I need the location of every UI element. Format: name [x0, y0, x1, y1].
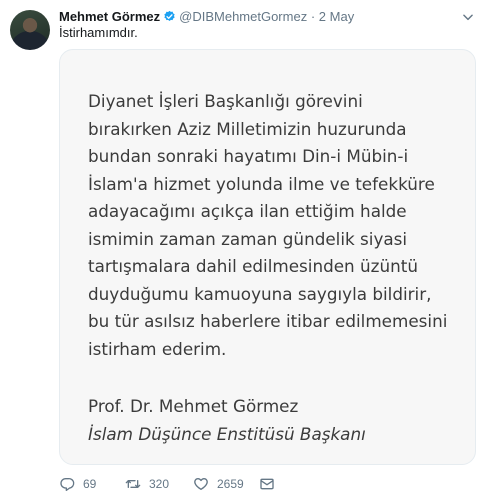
statement-line: tartışmalara dahil edilmesinden üzüntü	[88, 256, 418, 276]
signature: Prof. Dr. Mehmet Görmez İslam Düşünce En…	[88, 393, 366, 448]
verified-badge-icon	[164, 10, 175, 21]
statement-line: duyduğumu kamuoyuna saygıyla bildirir,	[88, 283, 432, 304]
separator-dot: ·	[310, 9, 316, 24]
statement-line: ismimin zaman zaman gündelik siyasi	[88, 228, 408, 249]
tweet-date[interactable]: 2 May	[319, 9, 354, 24]
tweet-text: İstirhamımdır.	[59, 25, 138, 40]
avatar[interactable]	[10, 10, 50, 50]
like-count: 2659	[217, 477, 244, 491]
reply-count: 69	[83, 477, 97, 491]
direct-message-icon	[260, 478, 274, 490]
like-button[interactable]: 2659	[193, 476, 244, 492]
retweet-count: 320	[149, 477, 170, 491]
retweet-icon	[125, 480, 141, 488]
statement-line: bundan sonraki hayatımı Din-i Mübin-i	[88, 146, 409, 166]
retweet-button[interactable]: 320	[125, 476, 169, 492]
statement-text: Diyanet İşleri Başkanlığı görevini bırak…	[88, 88, 468, 363]
author-name[interactable]: Mehmet Görmez	[59, 9, 160, 24]
heart-icon	[194, 478, 208, 490]
statement-line: istirham ederim.	[88, 338, 227, 359]
statement-line: bırakırken Aziz Milletimizin huzurunda	[88, 118, 407, 139]
statement-line: bu tür asılsız haberlere itibar edilmeme…	[88, 311, 448, 331]
signature-title: İslam Düşünce Enstitüsü Başkanı	[88, 423, 366, 444]
signature-name: Prof. Dr. Mehmet Görmez	[88, 396, 299, 416]
chevron-down-icon[interactable]	[461, 10, 475, 24]
statement-line: Diyanet İşleri Başkanlığı görevini	[88, 91, 363, 111]
statement-line: adayacağımı açıkça ilan ettiğim halde	[88, 201, 407, 221]
direct-message-button[interactable]	[259, 476, 283, 492]
author-handle[interactable]: @DIBMehmetGormez	[179, 9, 307, 24]
tweet-media-image[interactable]: Diyanet İşleri Başkanlığı görevini bırak…	[59, 49, 476, 465]
statement-line: İslam'a hizmet yolunda ilme ve tefekküre	[88, 173, 435, 194]
reply-button[interactable]: 69	[59, 476, 96, 492]
reply-icon	[60, 477, 75, 491]
